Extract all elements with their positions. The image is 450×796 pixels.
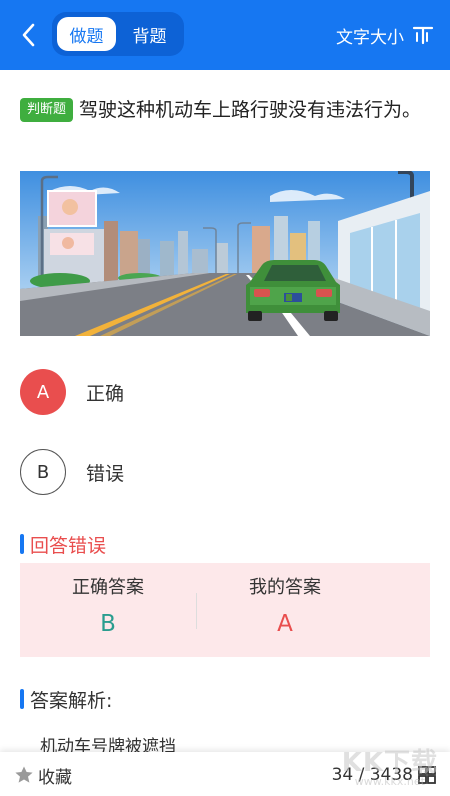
watermark-logo: KK下载 bbox=[341, 748, 438, 778]
chevron-left-icon bbox=[22, 23, 35, 47]
favorite-label: 收藏 bbox=[38, 767, 72, 788]
option-a-letter: A bbox=[20, 369, 66, 415]
correct-answer-label: 正确答案 bbox=[72, 577, 144, 598]
tab-practice[interactable]: 做题 bbox=[57, 17, 116, 51]
favorite-button[interactable]: 收藏 bbox=[14, 764, 72, 788]
question-text: 驾驶这种机动车上路行驶没有违法行为。 bbox=[79, 99, 422, 121]
answer-comparison: 正确答案 B 我的答案 A bbox=[20, 563, 430, 657]
mode-switch: 做题 背题 bbox=[52, 12, 184, 56]
section-bar bbox=[20, 534, 24, 554]
my-answer-column: 我的答案 A bbox=[197, 563, 373, 657]
option-b-text: 错误 bbox=[86, 462, 125, 485]
correct-answer-column: 正确答案 B bbox=[20, 563, 196, 657]
watermark-url: www.kkx.net bbox=[354, 775, 425, 788]
option-b-letter: B bbox=[20, 449, 66, 495]
question-type-badge: 判断题 bbox=[20, 98, 74, 122]
analysis-title: 答案解析: bbox=[30, 689, 113, 712]
analysis-header: 答案解析: bbox=[20, 686, 112, 712]
tab-memorize[interactable]: 背题 bbox=[120, 17, 179, 51]
option-a[interactable]: A 正确 bbox=[20, 368, 320, 416]
font-size-button[interactable]: 文字大小 bbox=[336, 22, 434, 48]
back-button[interactable] bbox=[14, 20, 42, 50]
question-illustration bbox=[20, 171, 430, 336]
option-a-text: 正确 bbox=[86, 382, 125, 405]
result-status: 回答错误 bbox=[30, 534, 107, 557]
section-bar bbox=[20, 689, 24, 709]
correct-answer-value: B bbox=[100, 611, 116, 637]
watermark: KK下载 www.kkx.net bbox=[342, 742, 438, 788]
my-answer-label: 我的答案 bbox=[249, 577, 321, 598]
result-header: 回答错误 bbox=[20, 531, 106, 557]
question-stem: 判断题 驾驶这种机动车上路行驶没有违法行为。 bbox=[20, 96, 432, 124]
my-answer-value: A bbox=[277, 611, 293, 637]
star-icon bbox=[15, 766, 33, 783]
font-size-label: 文字大小 bbox=[336, 27, 404, 48]
option-b[interactable]: B 错误 bbox=[20, 448, 320, 496]
text-size-icon bbox=[412, 26, 434, 45]
top-bar: 做题 背题 文字大小 bbox=[0, 0, 450, 70]
